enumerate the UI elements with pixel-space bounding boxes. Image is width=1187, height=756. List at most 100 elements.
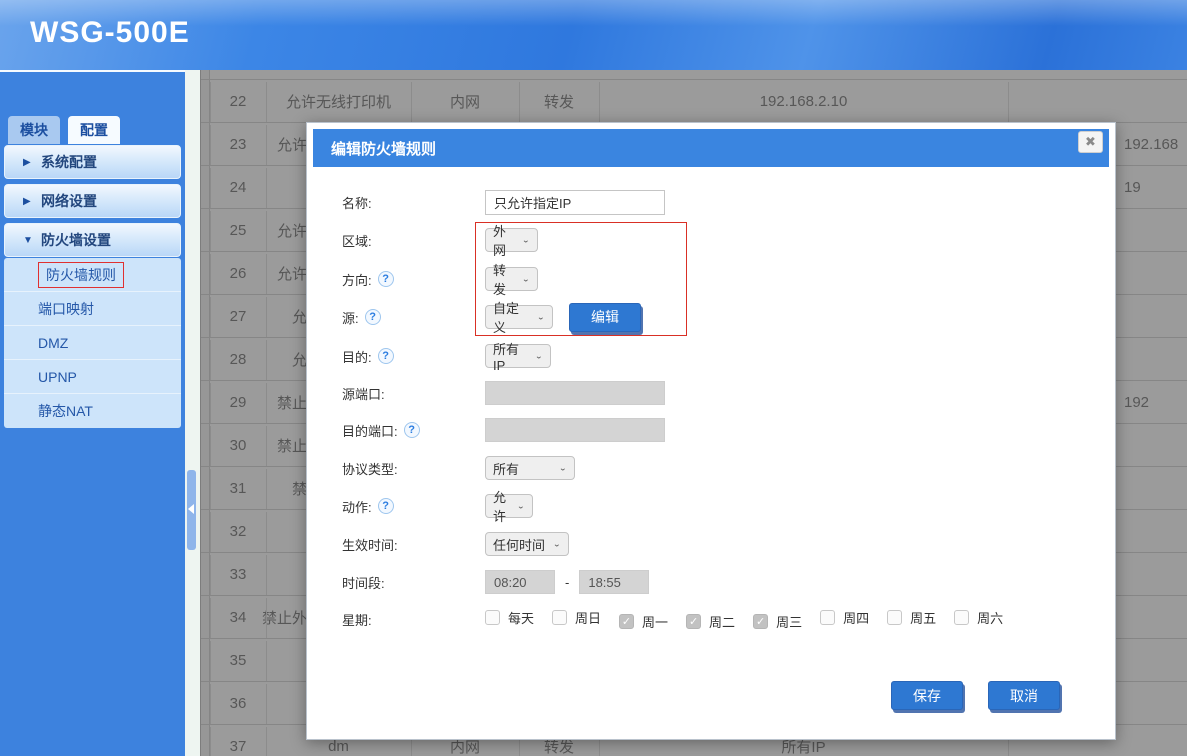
row-number-cell: 36	[210, 682, 266, 725]
rule-name-fragment: 允许	[231, 252, 307, 295]
week-option-label: 周六	[977, 608, 1003, 627]
field-time-period: 时间段: -	[342, 569, 1095, 595]
row-number-cell: 22	[210, 80, 266, 123]
chevron-down-icon: ⌄	[522, 275, 530, 284]
column-divider	[266, 684, 267, 724]
destination-select[interactable]: 所有IP ⌄	[485, 344, 551, 368]
column-divider	[210, 383, 211, 423]
checkbox-checked-icon[interactable]: ✓	[686, 614, 701, 629]
chevron-down-icon: ⌄	[517, 502, 525, 511]
arrow-right-icon: ▶	[23, 157, 41, 168]
action-select[interactable]: 允许 ⌄	[485, 494, 533, 518]
checkbox-icon[interactable]	[954, 610, 969, 625]
dialog-title: 编辑防火墙规则	[331, 138, 436, 159]
chevron-down-icon: ⌄	[559, 464, 567, 473]
sidebar-item-network-settings[interactable]: ▶ 网络设置	[4, 184, 181, 218]
rule-name-fragment: 允许	[231, 123, 307, 166]
direction-label: 方向: ?	[342, 270, 485, 289]
sidebar-collapse-handle[interactable]	[187, 470, 196, 550]
help-icon[interactable]: ?	[404, 422, 420, 438]
time-period-label: 时间段:	[342, 573, 485, 592]
checkbox-icon[interactable]	[485, 610, 500, 625]
column-divider	[210, 426, 211, 466]
column-divider	[210, 168, 211, 208]
arrow-right-icon: ▶	[23, 196, 41, 207]
column-divider	[210, 598, 211, 638]
row-number-cell: 35	[210, 639, 266, 682]
checkbox-icon[interactable]	[552, 610, 567, 625]
zone-label: 区域:	[342, 231, 485, 250]
sidebar-item-firewall-settings[interactable]: ▼ 防火墙设置	[4, 223, 181, 257]
week-option: 周日	[552, 608, 601, 627]
column-divider	[210, 641, 211, 681]
column-divider	[210, 125, 211, 165]
sidebar-item-firewall-rules[interactable]: 防火墙规则	[4, 258, 181, 292]
checkbox-icon[interactable]	[820, 610, 835, 625]
chevron-down-icon: ⌄	[522, 236, 530, 245]
source-select[interactable]: 自定义 ⌄	[485, 305, 553, 329]
zone-select[interactable]: 外网 ⌄	[485, 228, 538, 252]
sidebar-item-system-config[interactable]: ▶ 系统配置	[4, 145, 181, 179]
column-divider	[266, 383, 267, 423]
column-divider	[266, 641, 267, 681]
rule-name-fragment: 允许	[231, 209, 307, 252]
column-divider	[266, 469, 267, 509]
field-direction: 方向: ? 转发 ⌄	[342, 266, 1095, 292]
column-divider	[266, 426, 267, 466]
checkbox-checked-icon[interactable]: ✓	[753, 614, 768, 629]
dest-port-label: 目的端口: ?	[342, 421, 485, 440]
field-protocol: 协议类型: 所有 ⌄	[342, 455, 1095, 481]
checkbox-checked-icon[interactable]: ✓	[619, 614, 634, 629]
week-option: ✓周一	[619, 612, 668, 631]
column-divider	[266, 254, 267, 294]
column-divider	[266, 125, 267, 165]
tab-config[interactable]: 配置	[68, 116, 120, 144]
chevron-down-icon: ⌄	[553, 540, 561, 549]
arrow-down-icon: ▼	[23, 235, 41, 246]
direction-select[interactable]: 转发 ⌄	[485, 267, 538, 291]
week-option-label: 周二	[709, 612, 735, 631]
tab-modules[interactable]: 模块	[8, 116, 60, 144]
time-from-input	[485, 570, 555, 594]
column-divider	[411, 82, 412, 122]
table-row[interactable]: 22允许无线打印机内网转发192.168.2.10	[201, 79, 1187, 122]
edit-source-button[interactable]: 编辑	[569, 303, 641, 332]
sidebar-item-label: 防火墙设置	[41, 230, 111, 250]
name-input[interactable]	[485, 190, 665, 215]
time-separator: -	[565, 575, 569, 590]
column-divider	[266, 598, 267, 638]
week-option: 周六	[954, 608, 1003, 627]
week-option-label: 周三	[776, 612, 802, 631]
firewall-submenu: 防火墙规则 端口映射 DMZ UPNP 静态NAT	[4, 258, 181, 428]
name-label: 名称:	[342, 193, 485, 212]
help-icon[interactable]: ?	[378, 348, 394, 364]
dialog-header: 编辑防火墙规则	[313, 129, 1109, 167]
week-option: ✓ 周二	[686, 612, 735, 631]
page: WSG-500E 模块 配置 ▶ 系统配置 ▶ 网络设置 ▼ 防火墙设置 防火墙…	[0, 0, 1187, 756]
destination-label: 目的: ?	[342, 347, 485, 366]
cancel-button[interactable]: 取消	[988, 681, 1060, 710]
top-banner: WSG-500E	[0, 0, 1187, 70]
rule-name-fragment: 允	[231, 295, 307, 338]
sidebar-item-dmz[interactable]: DMZ	[4, 326, 181, 360]
sidebar-item-upnp[interactable]: UPNP	[4, 360, 181, 394]
field-destination: 目的: ? 所有IP ⌄	[342, 343, 1095, 369]
help-icon[interactable]: ?	[365, 309, 381, 325]
sidebar-item-static-nat[interactable]: 静态NAT	[4, 394, 181, 428]
save-button[interactable]: 保存	[891, 681, 963, 710]
sidebar-item-port-mapping[interactable]: 端口映射	[4, 292, 181, 326]
checkbox-icon[interactable]	[887, 610, 902, 625]
column-divider	[266, 340, 267, 380]
action-label: 动作: ?	[342, 497, 485, 516]
protocol-select[interactable]: 所有 ⌄	[485, 456, 575, 480]
week-label: 星期:	[342, 610, 485, 629]
field-source: 源: ? 自定义 ⌄ 编辑	[342, 304, 1095, 330]
effective-time-select[interactable]: 任何时间 ⌄	[485, 532, 569, 556]
selected-item-red-outline: 防火墙规则	[38, 262, 124, 288]
close-icon[interactable]: ✖	[1078, 131, 1103, 153]
column-divider	[519, 82, 520, 122]
help-icon[interactable]: ?	[378, 271, 394, 287]
field-action: 动作: ? 允许 ⌄	[342, 493, 1095, 519]
help-icon[interactable]: ?	[378, 498, 394, 514]
rule-name-fragment: 允	[231, 338, 307, 381]
